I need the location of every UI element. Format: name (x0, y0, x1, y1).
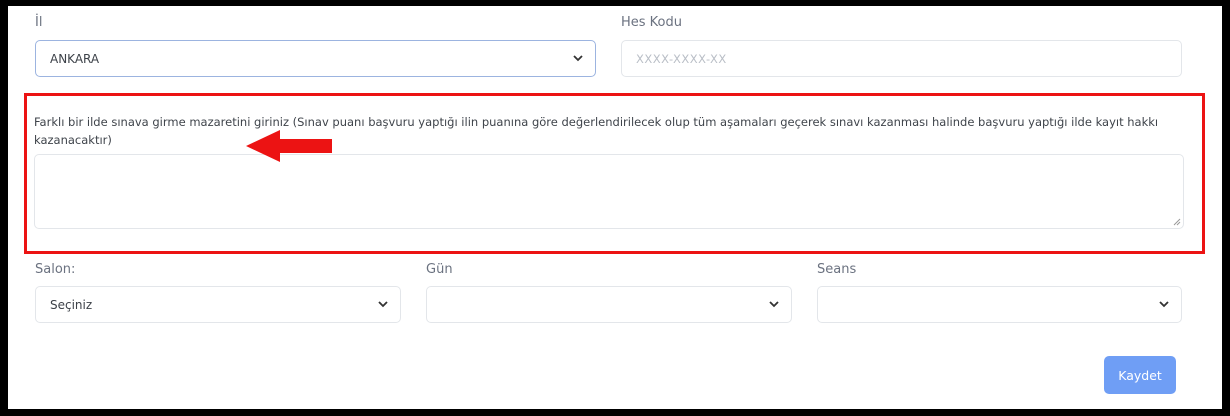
chevron-down-icon (769, 300, 779, 307)
hes-kodu-placeholder: XXXX-XXXX-XX (636, 51, 727, 66)
il-label: İl (35, 15, 43, 30)
chevron-down-icon (378, 300, 388, 307)
gun-label: Gün (426, 262, 453, 277)
seans-select[interactable] (817, 286, 1182, 323)
salon-label: Salon: (35, 262, 76, 277)
il-select-value: ANKARA (50, 51, 100, 66)
arrow-left-icon (246, 130, 332, 162)
chevron-down-icon (1159, 300, 1169, 307)
excuse-textarea[interactable] (34, 154, 1184, 229)
save-button[interactable]: Kaydet (1104, 356, 1176, 394)
hes-kodu-input[interactable]: XXXX-XXXX-XX (621, 40, 1182, 77)
registration-form: İl ANKARA Hes Kodu XXXX-XXXX-XX Farklı b… (8, 6, 1222, 409)
salon-select[interactable]: Seçiniz (35, 286, 401, 323)
hes-kodu-label: Hes Kodu (621, 15, 683, 30)
chevron-down-icon (573, 54, 583, 61)
salon-select-value: Seçiniz (50, 297, 93, 312)
seans-label: Seans (817, 262, 857, 277)
resize-handle-icon[interactable] (1173, 218, 1181, 226)
gun-select[interactable] (426, 286, 792, 323)
il-select[interactable]: ANKARA (35, 40, 596, 77)
excuse-label: Farklı bir ilde sınava girme mazaretini … (34, 115, 1159, 147)
